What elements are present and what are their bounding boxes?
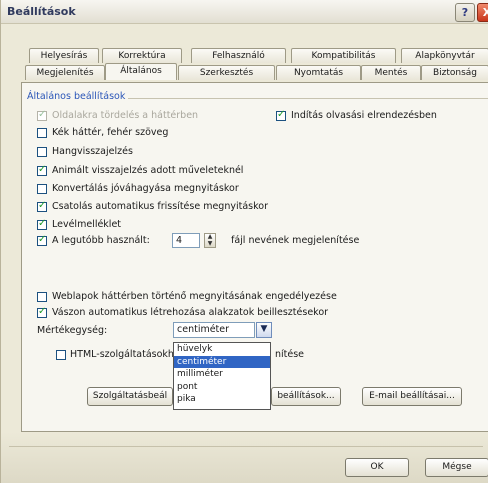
recent-files-label: A legutóbb használt:	[52, 235, 150, 246]
group-title: Általános beállítások	[27, 91, 129, 102]
footer-divider	[9, 446, 483, 447]
paginate-label: Oldalakra tördelés a háttérben	[52, 110, 199, 121]
web-background-label: Weblapok háttérben történő megnyitásának…	[52, 291, 337, 302]
tab-helyesiras[interactable]: Helyesírás	[29, 48, 99, 63]
tab-alapkonyvtar[interactable]: Alapkönyvtár	[401, 48, 488, 63]
tab-szerkesztes[interactable]: Szerkesztés	[178, 65, 275, 80]
convert-label: Konvertálás jóváhagyása megnyitáskor	[52, 183, 239, 194]
reading-mode-label: Indítás olvasási elrendezésben	[291, 110, 437, 121]
blue-bg-label: Kék háttér, fehér szöveg	[52, 127, 169, 138]
options-dialog: Beállítások ? X Helyesírás Korrektúra Fe…	[0, 0, 488, 483]
tab-megjelenites[interactable]: Megjelenítés	[25, 65, 105, 80]
tab-mentes[interactable]: Mentés	[361, 65, 421, 80]
html-pixels-label: HTML-szolgáltatásokh	[70, 349, 174, 360]
animation-checkbox[interactable]	[37, 164, 47, 176]
tab-biztonsag[interactable]: Biztonság	[421, 65, 488, 80]
dropdown-option-pika[interactable]: pika	[174, 393, 270, 406]
chevron-down-icon[interactable]: ▼	[256, 322, 272, 338]
mail-attach-checkbox[interactable]	[37, 218, 47, 230]
animation-label: Animált visszajelzés adott műveleteknél	[52, 165, 244, 176]
window-title: Beállítások	[7, 5, 76, 18]
dropdown-option-millimeter[interactable]: milliméter	[174, 368, 270, 381]
dropdown-option-huvelyk[interactable]: hüvelyk	[174, 343, 270, 356]
html-pixels-checkbox[interactable]	[56, 350, 66, 360]
ok-button[interactable]: OK	[345, 458, 409, 477]
links-label: Csatolás automatikus frissítése megnyitá…	[52, 201, 268, 212]
tab-kompatibilitas[interactable]: Kompatibilitás	[291, 48, 396, 63]
tab-altalanos[interactable]: Általános	[105, 63, 177, 80]
canvas-auto-label: Vászon automatikus létrehozása alakzatok…	[52, 307, 329, 318]
paginate-checkbox[interactable]	[37, 109, 47, 121]
close-button[interactable]: X	[477, 3, 488, 22]
reading-mode-checkbox[interactable]	[276, 109, 286, 121]
cancel-button[interactable]: Mégse	[425, 458, 488, 477]
links-checkbox[interactable]	[37, 200, 47, 212]
canvas-auto-checkbox[interactable]	[37, 306, 47, 318]
tab-korrektura[interactable]: Korrektúra	[102, 48, 182, 63]
tab-nyomtatas[interactable]: Nyomtatás	[276, 65, 361, 80]
recent-files-suffix: fájl nevének megjelenítése	[231, 235, 360, 246]
recent-files-count-input[interactable]: 4	[172, 233, 200, 248]
dropdown-option-centimeter[interactable]: centiméter	[174, 355, 270, 368]
measure-dropdown-list[interactable]: hüvelyk centiméter milliméter pont pika	[173, 342, 271, 410]
sound-label: Hangvisszajelzés	[52, 146, 133, 157]
tab-felhasznalo[interactable]: Felhasználó	[191, 48, 286, 63]
web-options-button[interactable]: beállítások...	[271, 387, 341, 406]
measure-select[interactable]: centiméter	[173, 322, 255, 338]
recent-files-spinner[interactable]: ▲ ▼	[204, 233, 216, 248]
mail-attach-label: Levélmelléklet	[52, 219, 122, 230]
help-button[interactable]: ?	[455, 3, 475, 22]
web-background-checkbox[interactable]	[37, 292, 47, 302]
convert-checkbox[interactable]	[37, 184, 47, 194]
service-options-button[interactable]: Szolgáltatásbeál	[87, 387, 173, 406]
html-pixels-label-tail: nítése	[275, 349, 305, 360]
measure-label: Mértékegység:	[37, 325, 108, 336]
email-options-button[interactable]: E-mail beállításai...	[362, 387, 462, 406]
blue-bg-checkbox[interactable]	[37, 128, 47, 138]
dialog-footer	[1, 432, 488, 483]
dropdown-option-pont[interactable]: pont	[174, 381, 270, 394]
title-bar: Beállítások ? X	[1, 0, 488, 24]
sound-checkbox[interactable]	[37, 147, 47, 157]
recent-files-checkbox[interactable]	[37, 234, 47, 246]
